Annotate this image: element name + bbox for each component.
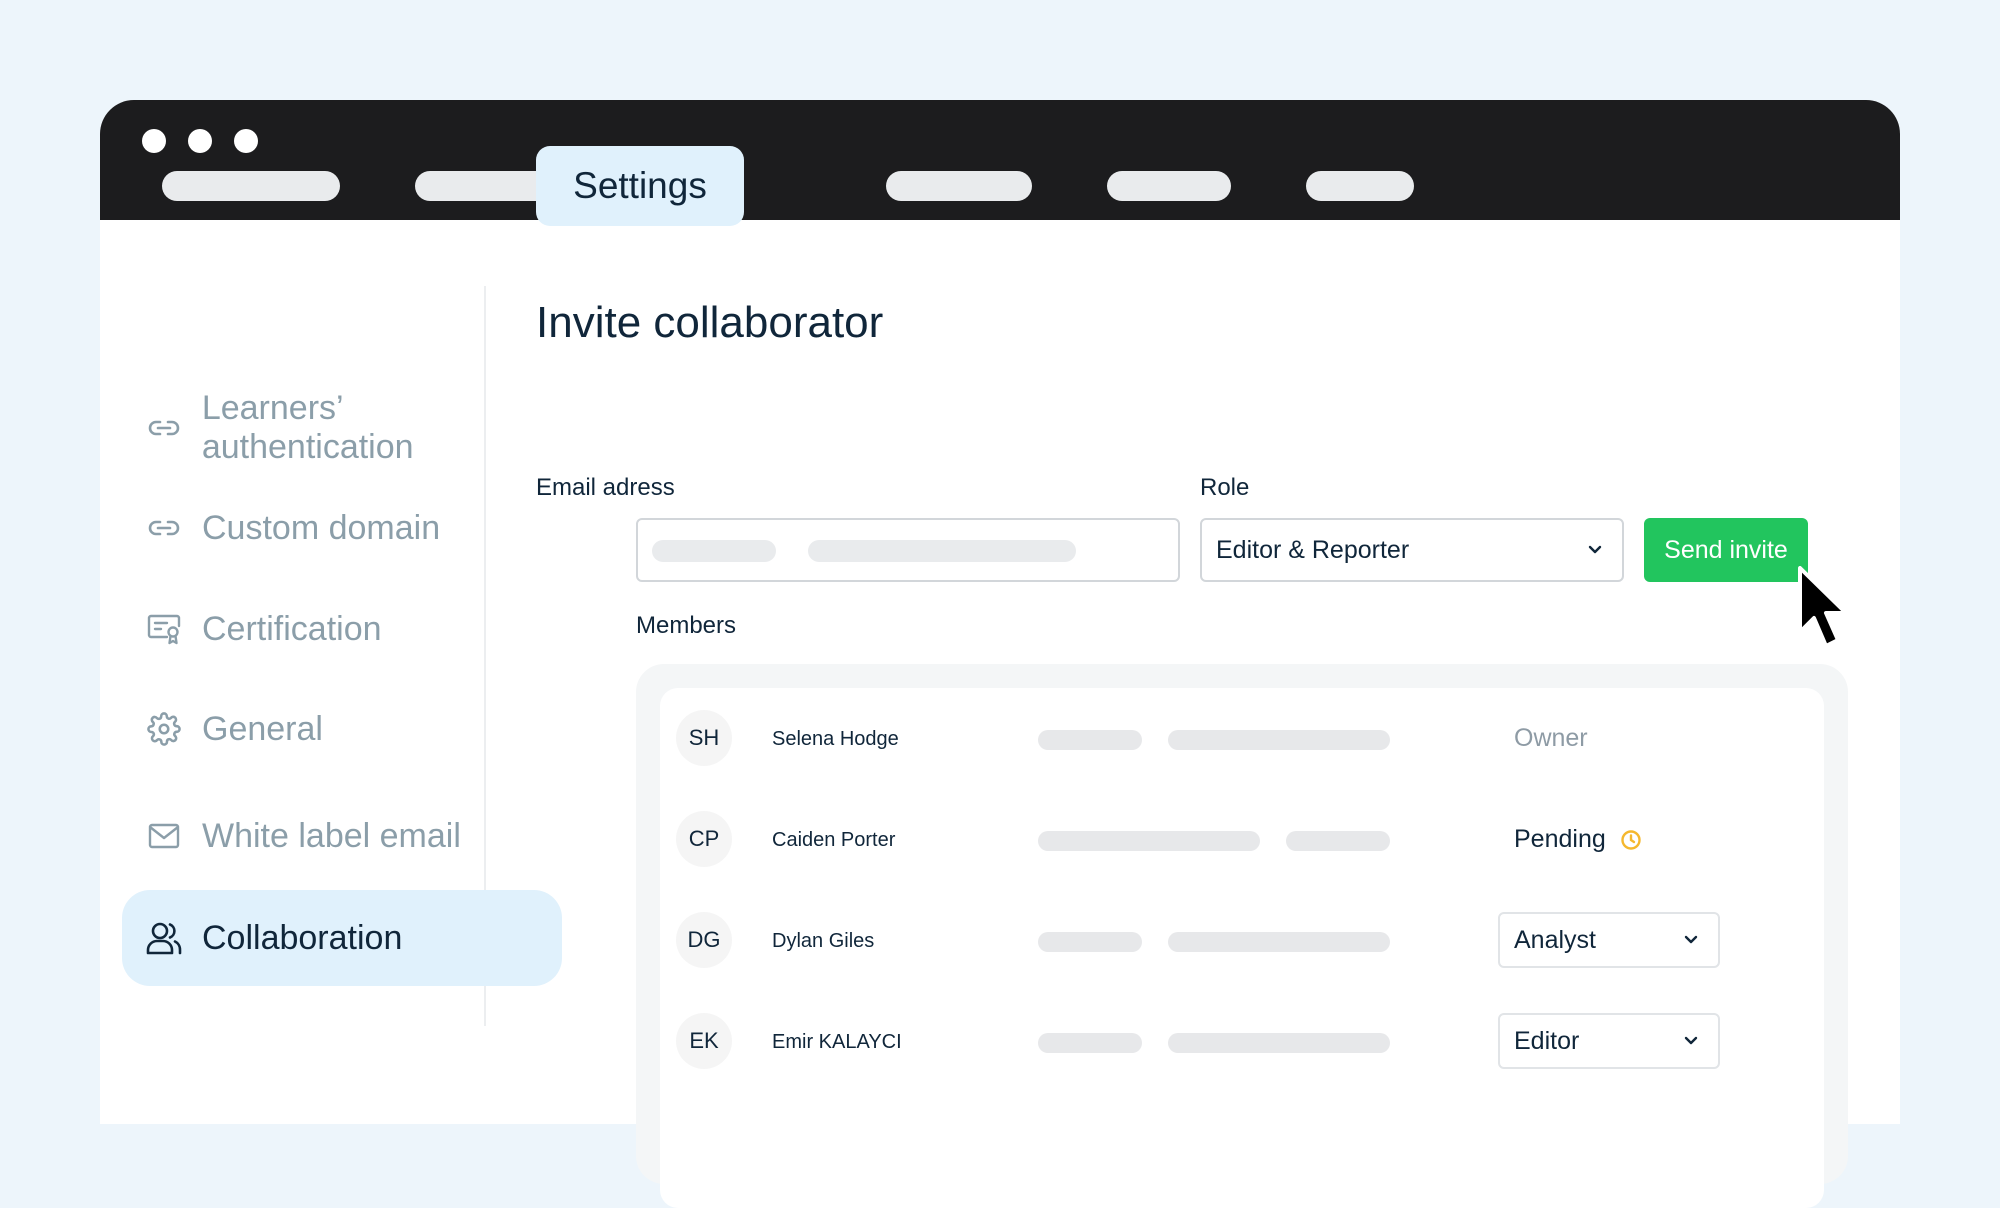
placeholder-bar — [1038, 932, 1142, 952]
tab-placeholder[interactable] — [1107, 171, 1231, 201]
window-control-dot[interactable] — [234, 129, 258, 153]
role-select-value: Editor & Reporter — [1216, 535, 1410, 564]
link-icon — [144, 508, 184, 548]
placeholder-bar — [1168, 730, 1390, 750]
members-label: Members — [636, 612, 737, 639]
window-control-dot[interactable] — [142, 129, 166, 153]
send-invite-button[interactable]: Send invite — [1644, 518, 1808, 582]
pending-label: Pending — [1514, 825, 1606, 853]
table-row: SH Selena Hodge Owner — [660, 704, 1824, 774]
chevron-down-icon — [1588, 545, 1602, 554]
member-role-select[interactable]: Editor — [1498, 1013, 1720, 1069]
gear-icon — [144, 709, 184, 749]
mail-icon — [144, 816, 184, 856]
placeholder-bar — [1168, 1033, 1390, 1053]
page-title: Invite collaborator — [536, 298, 884, 347]
window-control-dot[interactable] — [188, 129, 212, 153]
tab-settings-label: Settings — [573, 165, 707, 206]
sidebar-item-custom-domain[interactable]: Custom domain — [122, 480, 562, 576]
sidebar-item-label: Custom domain — [202, 508, 441, 547]
sidebar-item-collaboration[interactable]: Collaboration — [122, 890, 562, 986]
sidebar-item-general[interactable]: General — [122, 681, 562, 777]
placeholder-bar — [1038, 730, 1142, 750]
sidebar-item-label: Collaboration — [202, 918, 403, 957]
member-role-value: Editor — [1514, 1026, 1580, 1055]
avatar: DG — [676, 912, 732, 968]
table-row: EK Emir KALAYCI Editor — [660, 1007, 1824, 1077]
role-select[interactable]: Editor & Reporter — [1200, 518, 1624, 582]
placeholder-bar — [1038, 1033, 1142, 1053]
placeholder-bar — [1168, 932, 1390, 952]
member-name: Selena Hodge — [772, 728, 899, 750]
role-field-label: Role — [1200, 474, 1250, 501]
avatar: EK — [676, 1013, 732, 1069]
window-titlebar — [100, 100, 1900, 220]
email-field-label: Email adress — [536, 474, 675, 501]
certificate-icon — [144, 609, 184, 649]
email-field[interactable] — [636, 518, 1180, 582]
chevron-down-icon — [1684, 935, 1698, 944]
member-name: Emir KALAYCI — [772, 1031, 902, 1053]
sidebar-item-certification[interactable]: Certification — [122, 581, 562, 677]
sidebar-item-label: White label email — [202, 816, 461, 855]
sidebar-item-label: Certification — [202, 609, 382, 648]
clock-icon — [1621, 829, 1641, 850]
sidebar-item-learners-authentication[interactable]: Learners’ authentication — [122, 380, 562, 476]
table-row: CP Caiden Porter Pending — [660, 805, 1824, 875]
tab-placeholder[interactable] — [886, 171, 1032, 201]
tab-placeholder[interactable] — [162, 171, 340, 201]
placeholder-bar — [1286, 831, 1390, 851]
member-name: Dylan Giles — [772, 930, 875, 952]
member-role-value: Analyst — [1514, 925, 1596, 954]
table-row: DG Dylan Giles Analyst — [660, 906, 1824, 976]
users-icon — [144, 918, 184, 958]
sidebar-item-label: Learners’ authentication — [201, 389, 414, 466]
email-placeholder-bar — [808, 540, 1076, 562]
member-status: Owner — [1514, 724, 1588, 752]
member-role-select[interactable]: Analyst — [1498, 912, 1720, 968]
email-placeholder-bar — [652, 540, 776, 562]
send-invite-label: Send invite — [1664, 535, 1788, 564]
mouse-cursor-icon — [1798, 566, 1848, 648]
avatar: SH — [676, 710, 732, 766]
tab-settings[interactable]: Settings — [536, 146, 744, 226]
member-status: Pending — [1514, 825, 1642, 854]
member-name: Caiden Porter — [772, 829, 896, 851]
avatar: CP — [676, 811, 732, 867]
placeholder-bar — [1038, 831, 1260, 851]
sidebar-item-label: General — [202, 709, 323, 748]
sidebar-item-white-label-email[interactable]: White label email — [122, 788, 562, 884]
link-icon — [144, 408, 184, 448]
tab-placeholder[interactable] — [1306, 171, 1414, 201]
chevron-down-icon — [1684, 1036, 1698, 1045]
